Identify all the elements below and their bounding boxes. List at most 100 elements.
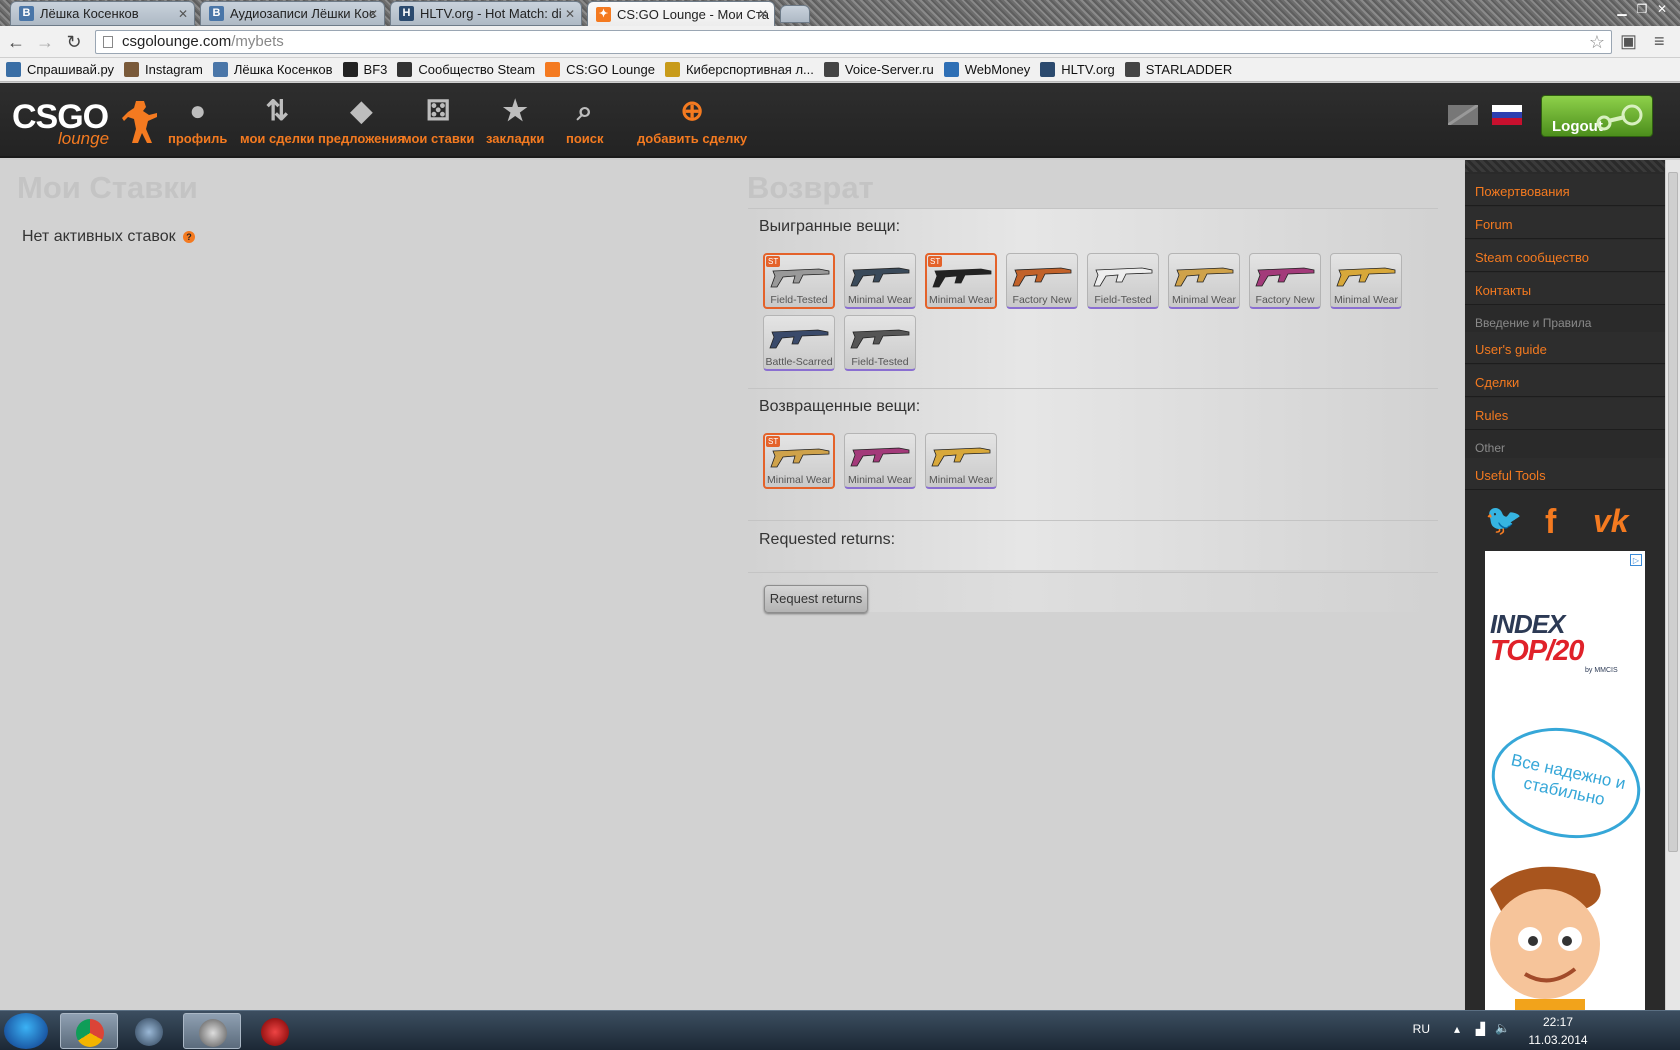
item-wear-label: Battle-Scarred xyxy=(765,356,833,368)
bookmark-favicon-icon xyxy=(397,62,413,77)
sidebar-link-contacts[interactable]: Контакты xyxy=(1465,273,1665,305)
clock-date[interactable]: 11.03.2014 xyxy=(1522,1033,1594,1047)
help-icon[interactable]: ? xyxy=(183,230,196,243)
clock-time[interactable]: 22:17 xyxy=(1528,1015,1588,1029)
vk-icon[interactable]: vk xyxy=(1593,503,1629,539)
sidebar-link-trades[interactable]: Сделки xyxy=(1465,365,1665,397)
taskbar-app[interactable] xyxy=(246,1013,304,1049)
close-icon[interactable]: ✕ xyxy=(565,7,575,21)
bookmark-favicon-icon xyxy=(124,62,140,77)
volume-icon[interactable]: 🔈 xyxy=(1495,1021,1510,1035)
tab-2[interactable]: B Аудиозаписи Лёшки Кос ✕ xyxy=(200,1,385,26)
twitter-icon[interactable]: 🐦 xyxy=(1485,503,1522,539)
sidebar-link-steam-community[interactable]: Steam сообщество xyxy=(1465,240,1665,272)
address-bar[interactable]: csgolounge.com/mybets ☆ xyxy=(95,30,1612,54)
bookmark-item[interactable]: Спрашивай.ру xyxy=(6,62,114,77)
ad-cartoon-boy-icon xyxy=(1490,866,1601,1010)
new-tab-button[interactable] xyxy=(780,5,810,23)
taskbar-chrome[interactable] xyxy=(60,1013,118,1049)
nav-star[interactable]: ★ закладки xyxy=(486,95,544,146)
nav-search[interactable]: ⌕ поиск xyxy=(566,95,604,146)
bookmark-favicon-icon xyxy=(823,62,839,77)
close-window-icon[interactable]: ✕ xyxy=(1652,2,1672,18)
returns-title: Возврат xyxy=(747,170,874,205)
tray-arrow-icon[interactable]: ▴ xyxy=(1454,1022,1460,1036)
bookmark-item[interactable]: Instagram xyxy=(124,62,203,77)
weapon-item[interactable]: ST Minimal Wear xyxy=(925,253,997,309)
bookmark-item[interactable]: Сообщество Steam xyxy=(397,62,535,77)
bookmark-star-icon[interactable]: ☆ xyxy=(1589,31,1605,53)
hltv-icon: H xyxy=(399,6,414,21)
weapon-item[interactable]: Minimal Wear xyxy=(925,433,997,489)
weapon-item[interactable]: Field-Tested xyxy=(1087,253,1159,309)
scrollbar-thumb[interactable] xyxy=(1668,172,1678,852)
tab-4-active[interactable]: ✦ CS:GO Lounge - Мои Ста ✕ xyxy=(587,1,775,27)
bookmark-item[interactable]: BF3 xyxy=(342,62,387,77)
advertisement[interactable]: ▷ INDEX TOP/20 by MMCIS Все надежно и ст… xyxy=(1485,551,1645,1010)
nav-profile[interactable]: ● профиль xyxy=(168,95,227,146)
nav-trades[interactable]: ⇅ мои сделки xyxy=(240,95,314,146)
bookmark-label: Лёшка Косенков xyxy=(233,62,333,77)
close-icon[interactable]: ✕ xyxy=(178,7,188,21)
taskbar-steam[interactable] xyxy=(183,1013,241,1049)
nav-add[interactable]: ⊕ добавить сделку xyxy=(637,95,747,146)
weapon-item[interactable]: Minimal Wear xyxy=(1330,253,1402,309)
weapon-item[interactable]: ST Minimal Wear xyxy=(763,433,835,489)
maximize-icon[interactable]: ❐ xyxy=(1632,2,1652,18)
forward-arrow-icon[interactable]: → xyxy=(34,31,56,53)
language-indicator[interactable]: RU xyxy=(1413,1022,1430,1036)
weapon-item[interactable]: Minimal Wear xyxy=(844,433,916,489)
sidebar-link-users-guide[interactable]: User's guide xyxy=(1465,332,1665,364)
bookmark-item[interactable]: WebMoney xyxy=(943,62,1030,77)
vk-icon: B xyxy=(209,6,224,21)
adchoices-icon[interactable]: ▷ xyxy=(1630,554,1642,566)
bookmark-item[interactable]: Лёшка Косенков xyxy=(212,62,333,77)
tab-title: Лёшка Косенков xyxy=(40,6,139,21)
close-icon[interactable]: ✕ xyxy=(368,7,378,21)
flag-english-icon[interactable] xyxy=(1448,105,1478,125)
weapon-item[interactable]: Battle-Scarred xyxy=(763,315,835,371)
bookmark-item[interactable]: Voice-Server.ru xyxy=(823,62,934,77)
weapon-item[interactable]: Factory New xyxy=(1249,253,1321,309)
tab-3[interactable]: H HLTV.org - Hot Match: di ✕ xyxy=(390,1,582,26)
menu-icon[interactable]: ≡ xyxy=(1654,31,1665,52)
bookmark-item[interactable]: STARLADDER xyxy=(1124,62,1233,77)
csgolounge-logo[interactable]: CSGO lounge xyxy=(12,93,157,148)
nav-dice[interactable]: ⚄ мои ставки xyxy=(402,95,474,146)
facebook-icon[interactable]: f xyxy=(1545,503,1556,541)
weapon-item[interactable]: Factory New xyxy=(1006,253,1078,309)
request-returns-button[interactable]: Request returns xyxy=(764,585,868,613)
nav-label: мои ставки xyxy=(402,131,475,146)
weapon-icon xyxy=(1093,267,1153,287)
bookmark-label: STARLADDER xyxy=(1145,62,1233,77)
bookmark-item[interactable]: Киберспортивная л... xyxy=(664,62,814,77)
logout-button[interactable]: Logout xyxy=(1541,95,1653,137)
page-scrollbar[interactable] xyxy=(1665,160,1680,1010)
sidebar-link-donations[interactable]: Пожертвования xyxy=(1465,174,1665,206)
reload-icon[interactable]: ↻ xyxy=(63,31,85,53)
extension-icon[interactable]: ▣ xyxy=(1620,31,1637,52)
sidebar-link-useful-tools[interactable]: Useful Tools xyxy=(1465,458,1665,490)
weapon-item[interactable]: Minimal Wear xyxy=(844,253,916,309)
sidebar-link-rules[interactable]: Rules xyxy=(1465,398,1665,430)
sidebar-link-forum[interactable]: Forum xyxy=(1465,207,1665,239)
url-path: /mybets xyxy=(231,33,284,50)
tab-1[interactable]: B Лёшка Косенков ✕ xyxy=(10,1,195,26)
close-icon[interactable]: ✕ xyxy=(758,7,768,21)
bookmark-item[interactable]: CS:GO Lounge xyxy=(545,62,655,77)
weapon-item[interactable]: Minimal Wear xyxy=(1168,253,1240,309)
no-active-bets-text: Нет активных ставок xyxy=(22,228,176,245)
nav-tag[interactable]: ◆ предложения xyxy=(318,95,405,146)
weapon-item[interactable]: ST Field-Tested xyxy=(763,253,835,309)
windows-start-icon[interactable] xyxy=(4,1013,48,1049)
taskbar-teamspeak[interactable] xyxy=(120,1013,178,1049)
minimize-icon[interactable]: ▁ xyxy=(1612,2,1632,18)
bookmark-item[interactable]: HLTV.org xyxy=(1040,62,1115,77)
weapon-icon xyxy=(1336,267,1396,287)
flag-russian-icon[interactable] xyxy=(1492,105,1522,125)
weapon-item[interactable]: Field-Tested xyxy=(844,315,916,371)
network-icon[interactable]: ▟ xyxy=(1476,1022,1485,1036)
back-arrow-icon[interactable]: ← xyxy=(5,31,27,53)
bookmark-favicon-icon xyxy=(1040,62,1056,77)
stattrak-badge: ST xyxy=(766,436,781,447)
